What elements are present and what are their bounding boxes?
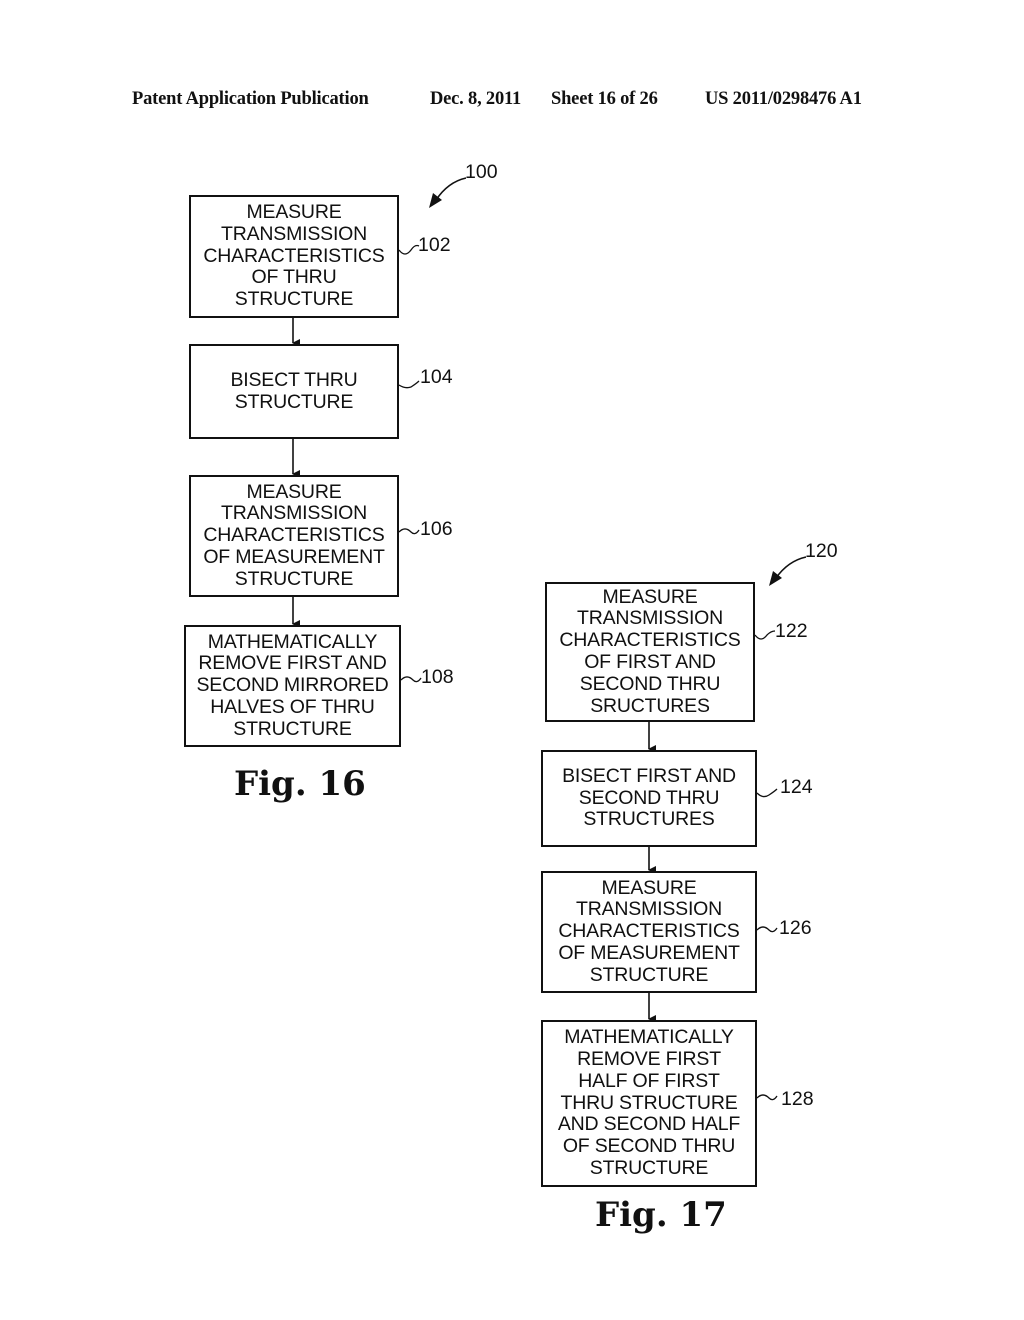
leader-126: [756, 926, 778, 933]
fig17-step-122: MEASURE TRANSMISSION CHARACTERISTICS OF …: [545, 582, 755, 722]
step-text: MATHEMATICALLY REMOVE FIRST HALF OF FIRS…: [557, 1026, 741, 1179]
step-text: MEASURE TRANSMISSION CHARACTERISTICS OF …: [558, 876, 740, 986]
leader-106: [398, 528, 420, 535]
step-text: MEASURE TRANSMISSION CHARACTERISTICS OF …: [203, 201, 385, 311]
figure-caption-16: Fig. 16: [234, 764, 366, 804]
step-text: BISECT FIRST AND SECOND THRU STRUCTURES: [562, 764, 736, 831]
leader-128: [756, 1094, 778, 1101]
fig16-step-108: MATHEMATICALLY REMOVE FIRST AND SECOND M…: [184, 625, 401, 747]
leader-122: [754, 630, 776, 640]
leader-108: [400, 676, 422, 683]
fig17-step-124: BISECT FIRST AND SECOND THRU STRUCTURES: [541, 750, 757, 847]
diagram-connectors: [292, 177, 807, 1101]
fig16-step-104: BISECT THRU STRUCTURE: [189, 344, 399, 439]
ref-label-108: 108: [421, 666, 454, 688]
ref-label-122: 122: [775, 620, 808, 642]
leader-102: [398, 244, 420, 255]
leader-124: [756, 788, 778, 798]
fig16-step-102: MEASURE TRANSMISSION CHARACTERISTICS OF …: [189, 195, 399, 318]
leader-104: [398, 380, 420, 389]
fig17-step-128: MATHEMATICALLY REMOVE FIRST HALF OF FIRS…: [541, 1020, 757, 1187]
ref-label-106: 106: [420, 518, 453, 540]
ref-arrow-100: [435, 177, 467, 201]
ref-label-100: 100: [465, 161, 498, 183]
ref-label-126: 126: [779, 917, 812, 939]
step-text: MEASURE TRANSMISSION CHARACTERISTICS OF …: [203, 480, 385, 590]
step-text: MEASURE TRANSMISSION CHARACTERISTICS OF …: [559, 585, 741, 717]
ref-label-104: 104: [420, 366, 453, 388]
ref-label-128: 128: [781, 1088, 814, 1110]
ref-arrow-120: [775, 556, 807, 579]
step-text: BISECT THRU STRUCTURE: [230, 368, 358, 413]
ref-label-120: 120: [805, 540, 838, 562]
ref-label-102: 102: [418, 234, 451, 256]
fig16-step-106: MEASURE TRANSMISSION CHARACTERISTICS OF …: [189, 475, 399, 597]
ref-label-124: 124: [780, 776, 813, 798]
fig17-step-126: MEASURE TRANSMISSION CHARACTERISTICS OF …: [541, 871, 757, 993]
figure-caption-17: Fig. 17: [595, 1195, 727, 1235]
step-text: MATHEMATICALLY REMOVE FIRST AND SECOND M…: [196, 630, 389, 740]
